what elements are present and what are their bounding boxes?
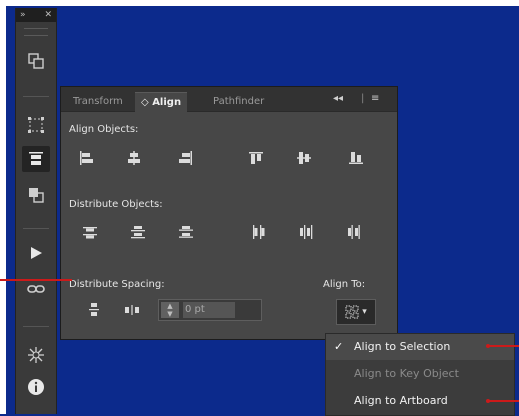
spacing-stepper[interactable]: ▲ ▼ <box>161 302 179 318</box>
top-white-border <box>0 0 519 6</box>
checkmark-icon: ✓ <box>334 340 344 353</box>
align-tab-label: Align <box>152 97 182 108</box>
vertical-align-bottom-icon[interactable] <box>345 147 367 169</box>
horizontal-align-right-icon[interactable] <box>175 147 197 169</box>
callout-dot-selection <box>486 344 490 348</box>
align-panel: Transform ◇ Align Pathfinder ◂◂ | ≡ Alig… <box>60 86 398 340</box>
horizontal-distribute-space-icon[interactable] <box>121 299 143 321</box>
callout-line-spacing <box>0 279 72 281</box>
horizontal-distribute-center-icon[interactable] <box>295 221 317 243</box>
callout-line-selection <box>488 345 519 347</box>
vertical-distribute-bottom-icon[interactable] <box>175 221 197 243</box>
callout-dot-artboard <box>486 399 490 403</box>
tool-separator <box>23 228 49 229</box>
horizontal-align-left-icon[interactable] <box>75 147 97 169</box>
horizontal-distribute-left-icon[interactable] <box>247 221 269 243</box>
tool-separator <box>23 326 49 327</box>
tab-pathfinder[interactable]: Pathfinder <box>213 92 264 111</box>
vertical-distribute-top-icon[interactable] <box>79 221 101 243</box>
vertical-align-top-icon[interactable] <box>245 147 267 169</box>
play-action-icon[interactable] <box>22 240 50 266</box>
left-white-border <box>0 0 6 414</box>
align-tab-icon: ◇ <box>141 97 149 108</box>
horizontal-align-center-icon[interactable] <box>123 147 145 169</box>
align-to-selection-icon <box>345 305 359 319</box>
symbol-sprayer-icon[interactable] <box>22 342 50 368</box>
collapse-panel-icon[interactable]: ◂◂ <box>333 93 343 104</box>
artboards-icon[interactable] <box>22 48 50 74</box>
pathfinder-icon[interactable] <box>22 182 50 208</box>
close-icon[interactable]: ✕ <box>44 10 52 20</box>
menu-item-label: Align to Selection <box>354 340 451 353</box>
distribute-objects-label: Distribute Objects: <box>69 199 163 210</box>
horizontal-distribute-right-icon[interactable] <box>343 221 365 243</box>
panel-divider: | <box>361 93 365 104</box>
menu-item-label: Align to Artboard <box>354 394 448 407</box>
vertical-distribute-center-icon[interactable] <box>127 221 149 243</box>
info-icon[interactable] <box>22 374 50 400</box>
menu-item-align-to-key-object: Align to Key Object <box>326 361 514 387</box>
align-to-dropdown[interactable]: ▾ <box>336 299 376 325</box>
distribute-spacing-label: Distribute Spacing: <box>69 279 165 290</box>
tool-separator <box>23 96 49 97</box>
panel-tab-bar: Transform ◇ Align Pathfinder ◂◂ | ≡ <box>61 87 397 112</box>
vertical-distribute-space-icon[interactable] <box>83 299 105 321</box>
transform-icon[interactable] <box>22 112 50 138</box>
spacing-input[interactable]: 0 pt <box>183 302 235 318</box>
panel-menu-icon[interactable]: ≡ <box>371 93 379 104</box>
spin-down-icon[interactable]: ▼ <box>161 310 179 318</box>
tool-strip: » ✕ <box>15 8 57 414</box>
menu-item-label: Align to Key Object <box>354 367 459 380</box>
drag-grip[interactable] <box>24 28 48 36</box>
chevron-down-icon: ▾ <box>362 307 367 317</box>
spacing-field: ▲ ▼ 0 pt <box>158 299 262 321</box>
align-to-label: Align To: <box>323 279 366 290</box>
align-objects-label: Align Objects: <box>69 124 139 135</box>
vertical-align-center-icon[interactable] <box>293 147 315 169</box>
tab-align[interactable]: ◇ Align <box>135 92 188 112</box>
callout-line-artboard <box>488 400 519 402</box>
tab-transform[interactable]: Transform <box>73 92 123 111</box>
spin-up-icon[interactable]: ▲ <box>161 302 179 310</box>
expand-panels-icon[interactable]: » <box>20 10 26 20</box>
align-icon[interactable] <box>22 146 50 172</box>
tool-strip-titlebar: » ✕ <box>16 8 56 22</box>
